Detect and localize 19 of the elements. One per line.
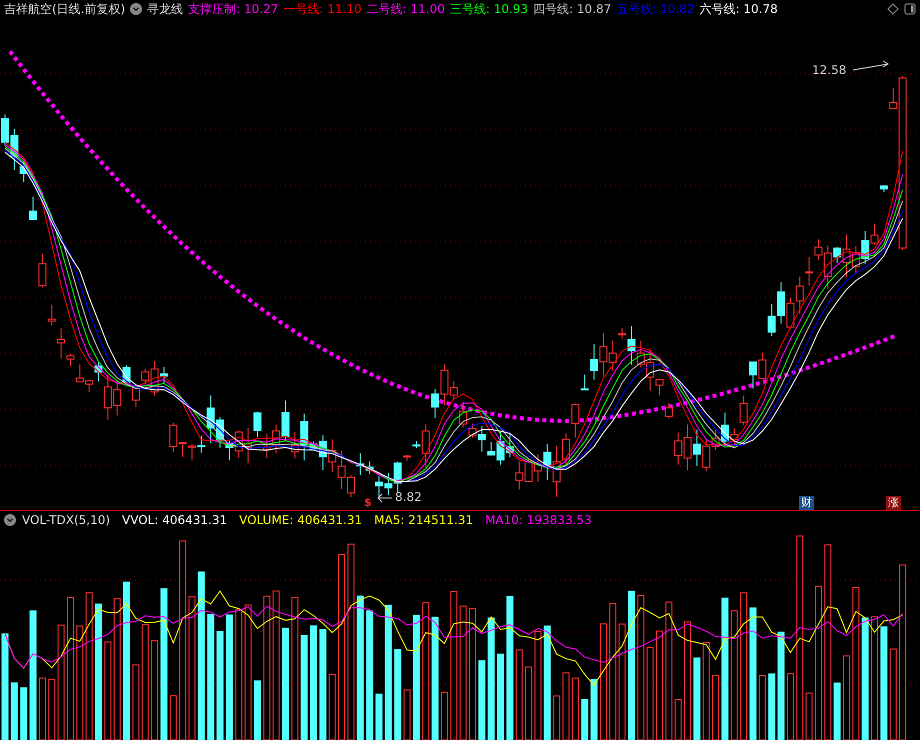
chart-marker[interactable]: 财 — [799, 496, 814, 510]
legend-reading: 六号线: 10.78 — [700, 0, 778, 18]
volume-reading: VVOL: 406431.31 — [122, 512, 228, 526]
legend-reading: 支撑压制: 10.27 — [188, 0, 278, 18]
legend-reading: 五号线: 10.82 — [616, 0, 694, 18]
stock-title: 吉祥航空(日线.前复权) — [4, 0, 126, 18]
indicator-name: VOL-TDX(5,10) — [22, 512, 110, 526]
legend-reading: 一号线: 11.10 — [283, 0, 362, 18]
legend-reading: 三号线: 10.93 — [450, 0, 528, 18]
chart-marker[interactable]: 涨 — [886, 496, 901, 510]
legend-reading: 二号线: 11.00 — [366, 0, 445, 18]
volume-reading: VOLUME: 406431.31 — [239, 512, 362, 526]
high-price-label: 12.58 — [812, 63, 846, 77]
indicator-name: 寻龙线 — [147, 0, 184, 18]
chart-marker[interactable]: $ — [362, 496, 374, 510]
volume-reading: MA10: 193833.53 — [485, 512, 592, 526]
volume-reading: MA5: 214511.31 — [374, 512, 474, 526]
low-price-label: 8.82 — [395, 490, 422, 504]
legend-reading: 四号线: 10.87 — [533, 0, 612, 18]
